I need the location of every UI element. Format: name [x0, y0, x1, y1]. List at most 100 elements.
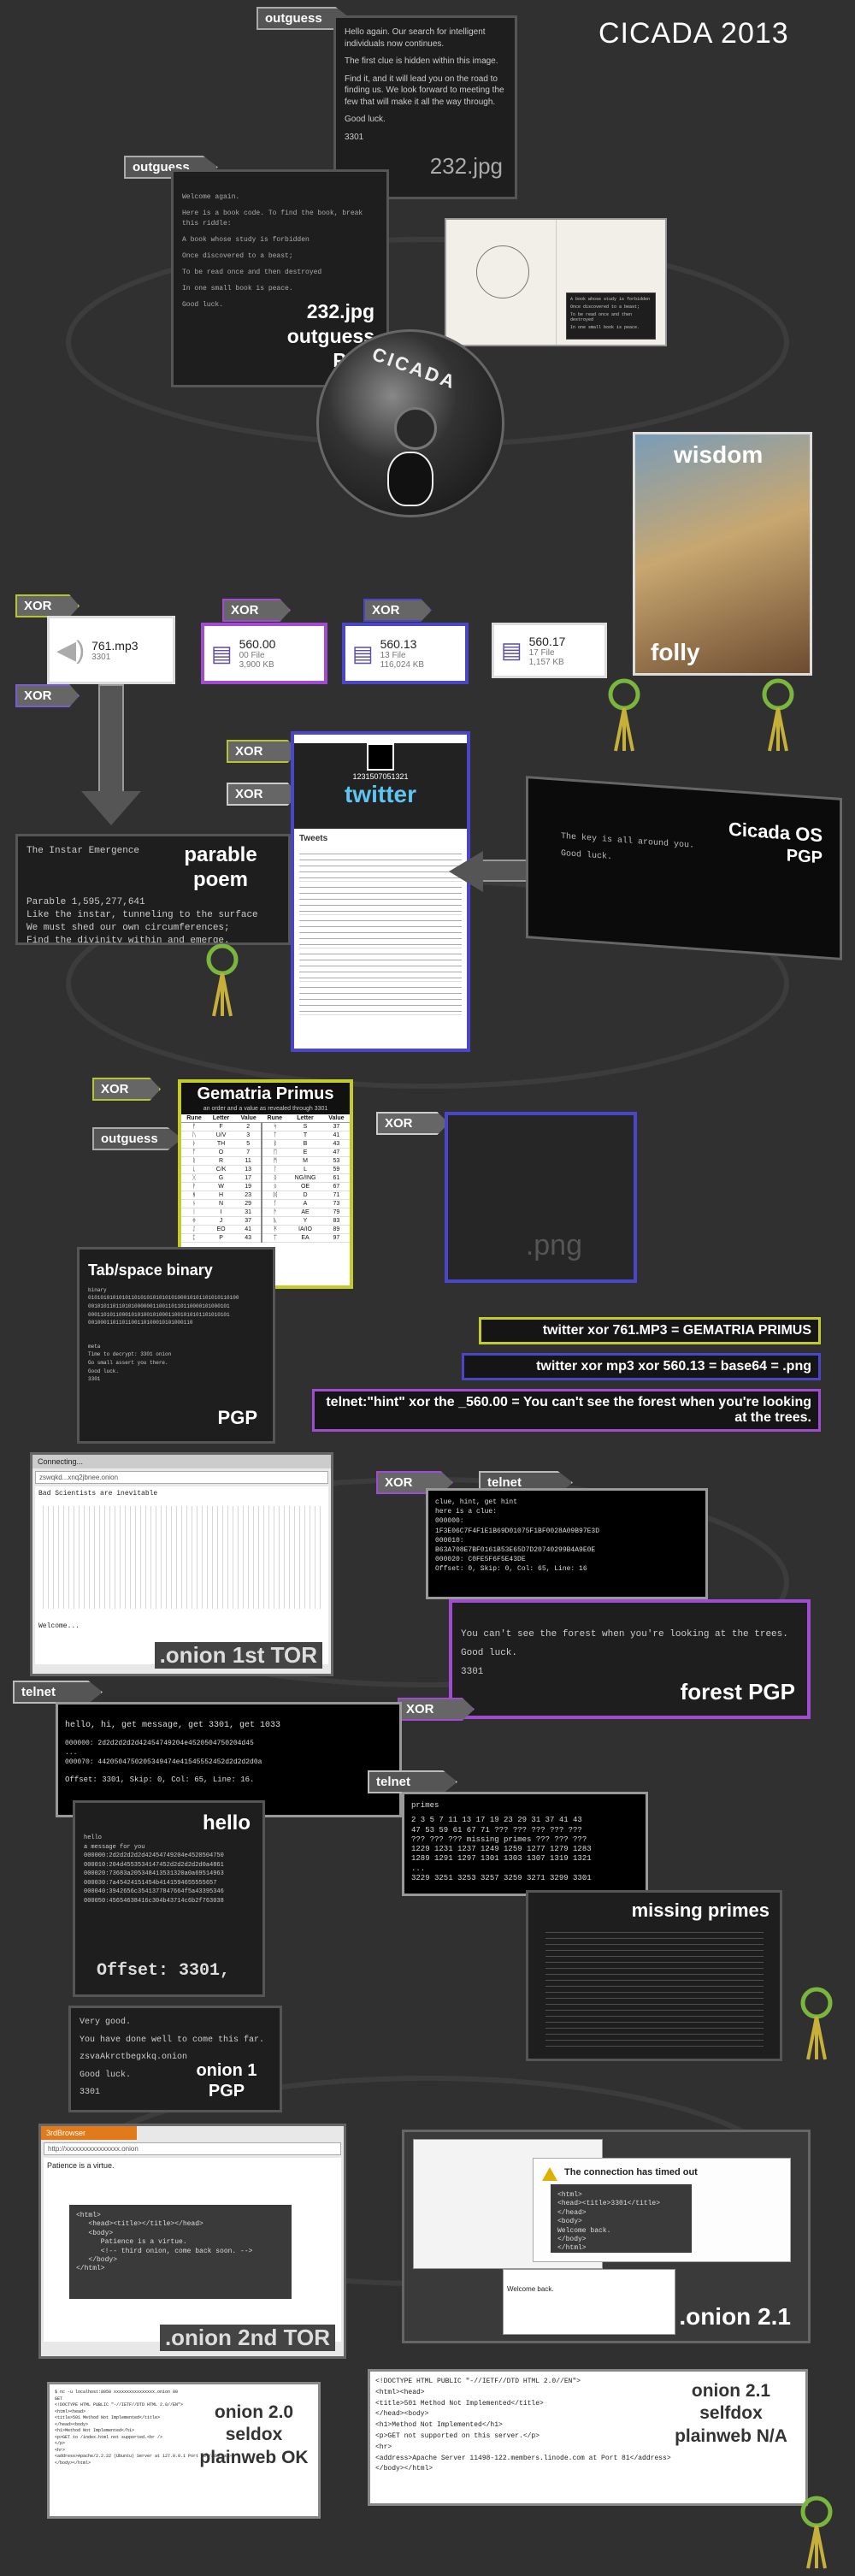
xor-tag: XOR [222, 599, 291, 622]
xor-tag: XOR [376, 1112, 449, 1135]
gematria-cell: 17 [235, 1173, 262, 1183]
gematria-cell: AE [287, 1208, 323, 1217]
gematria-grid: Rune Letter Value Rune Letter Value ᚠ F 2 ᛋ S 37 ᚢ U/… [181, 1114, 350, 1243]
forest-panel: You can't see the forest when you're loo… [449, 1599, 811, 1719]
file-761mp3[interactable]: ◀) 761.mp3 3301 [47, 616, 175, 684]
gematria-row: ᛄ J 37 ᚣ Y 83 [181, 1216, 350, 1226]
gematria-cell: F [207, 1122, 236, 1131]
onion2-code: <html> <head><title></title></head> <bod… [69, 2205, 292, 2299]
forest-line: You can't see the forest when you're loo… [461, 1629, 788, 1640]
tabspace-line: 0001101011000101010010100011001010101101… [88, 1311, 230, 1318]
file-meta: 3301 [91, 652, 111, 662]
tabspace-line: 0010001101101100110100010101000110 [88, 1320, 193, 1326]
file-name: 560.17 [528, 634, 566, 648]
parable-line: Like the instar, tunneling to the surfac… [27, 909, 258, 920]
term-line: B63A708E7BF0161B53E65D7D20740299B4A9E0E [435, 1545, 596, 1554]
primes-line: ... [411, 1864, 426, 1873]
gematria-cell: ᛋ [261, 1122, 288, 1131]
gematria-cell: B [287, 1139, 323, 1149]
file-meta: 17 File [528, 647, 555, 658]
tabspace-panel: Tab/space binary binary 0101010101010110… [77, 1247, 275, 1444]
start-line: 3301 [345, 132, 364, 142]
gematria-cell: P [207, 1233, 236, 1243]
gematria-cell: 71 [322, 1191, 350, 1200]
primes-grid [545, 1927, 764, 2051]
gematria-cell: ᚦ [181, 1139, 208, 1149]
primes-line: 47 53 59 61 67 71 ??? ??? ??? ??? ??? [411, 1825, 582, 1835]
gematria-row: ᚱ R 11 ᛗ M 53 [181, 1156, 350, 1166]
tabspace-line: 0010101101101010000001100110110110000101… [88, 1303, 230, 1309]
tweet-row [299, 948, 462, 982]
tweets-heading: Tweets [299, 834, 328, 843]
gematria-cell: 23 [235, 1191, 262, 1200]
gematria-cell: ᛚ [261, 1165, 288, 1174]
term-line: 000000: [435, 1517, 464, 1526]
start-filename: 232.jpg [429, 152, 503, 179]
file-56000[interactable]: ▤ 560.00 00 File 3,900 KB [201, 623, 327, 684]
parable-panel: The Instar Emergence parable poem Parabl… [15, 834, 291, 945]
hello-caption: hello [202, 1811, 251, 1835]
gematria-row: ᛈ P 43 ᛠ EA 97 [181, 1233, 350, 1243]
gematria-cell: ᚻ [181, 1191, 208, 1200]
onion1-pgp-panel: Very good. You have done well to come th… [68, 2006, 282, 2112]
code-line: </html> [557, 2244, 587, 2253]
gematria-cell: 31 [235, 1208, 262, 1217]
pgp1-line: Welcome again. [182, 193, 240, 201]
document-icon: ▤ [501, 637, 522, 663]
equation-1: twitter xor 761.MP3 = GEMATRIA PRIMUS [479, 1317, 821, 1344]
gematria-cell: A [287, 1199, 323, 1208]
onion2-line: Patience is a virtue. [47, 2161, 115, 2170]
cd-label: CICADA [369, 343, 460, 393]
code-line: Patience is a virtue. [76, 2238, 187, 2247]
book-line: To be read once and then destroyed [570, 311, 633, 323]
code-line: <head><title></title></head> [76, 2220, 203, 2229]
gematria-cell: ᚩ [181, 1148, 208, 1157]
gematria-cell: ᛠ [261, 1233, 288, 1243]
down-arrow-head [81, 791, 141, 825]
gematria-row: ᚷ G 17 ᛝ NG/ING 61 [181, 1173, 350, 1183]
gematria-cell: EA [287, 1233, 323, 1243]
gematria-cell: ᛟ [261, 1182, 288, 1191]
gematria-cell: 41 [235, 1225, 262, 1234]
tabspace-foot: Go small assert you there. [88, 1359, 168, 1366]
onion1-pgp-caption: onion 1 PGP [196, 2061, 257, 2100]
term-line: hello, hi, get message, get 3301, get 10… [65, 1721, 281, 1730]
pgp1-line: In one small book is peace. [182, 285, 293, 292]
browser-url[interactable]: http://xxxxxxxxxxxxxxxx.onion [44, 2142, 341, 2155]
gematria-cell: ᚢ [181, 1131, 208, 1140]
dump-line: 000020:73683a205348413531320a0a69514963 [84, 1870, 224, 1877]
dump-line: 000010:204d4553534147452d2d2d2d2d0a4861 [84, 1861, 224, 1869]
equation-3: telnet:"hint" xor the _560.00 = You can'… [312, 1389, 821, 1432]
file-56017[interactable]: ▤ 560.17 17 File 1,157 KB [492, 623, 607, 678]
xor-tag: XOR [227, 740, 299, 763]
gematria-cell: ᛒ [261, 1139, 288, 1149]
gematria-cell: ᚹ [181, 1182, 208, 1191]
start-line: The first clue is hidden within this ima… [345, 56, 498, 66]
outguess-tag: outguess [92, 1127, 182, 1150]
tweet-row [299, 915, 462, 948]
gematria-header: Rune [181, 1114, 208, 1123]
gematria-row: ᚩ O 7 ᛖ E 47 [181, 1148, 350, 1157]
gematria-row: ᛇ EO 41 ᛡ IA/IO 89 [181, 1225, 350, 1234]
gematria-cell: I [207, 1208, 236, 1217]
primes-line: 3229 3251 3253 3257 3259 3271 3299 3301 [411, 1873, 592, 1882]
gematria-cell: ᛗ [261, 1156, 288, 1166]
gematria-cell: ᚪ [261, 1199, 288, 1208]
file-56013[interactable]: ▤ 560.13 13 File 116,024 KB [342, 623, 469, 684]
png-label: .png [525, 1229, 582, 1261]
gematria-row: ᚠ F 2 ᛋ S 37 [181, 1122, 350, 1131]
avatar [367, 743, 394, 771]
speaker-icon: ◀) [56, 635, 86, 665]
gematria-cell: 89 [322, 1225, 350, 1234]
gematria-cell: 13 [235, 1165, 262, 1174]
painting-bottom-label: folly [651, 639, 700, 665]
gematria-cell: ᚣ [261, 1216, 288, 1226]
document-icon: ▤ [352, 640, 374, 666]
parable-line: Parable 1,595,277,641 [27, 897, 145, 907]
browser-url[interactable]: zswqkd...xnq2jbnee.onion [35, 1471, 328, 1484]
cicada-os-pgp: PGP [786, 846, 823, 868]
gematria-cell: ᛇ [181, 1225, 208, 1234]
file-name: 761.mp3 [91, 638, 139, 653]
tabspace-title: Tab/space binary [88, 1261, 213, 1279]
term-line: 000000: 2d2d2d2d2d42454749204e4520504750… [65, 1740, 254, 1747]
